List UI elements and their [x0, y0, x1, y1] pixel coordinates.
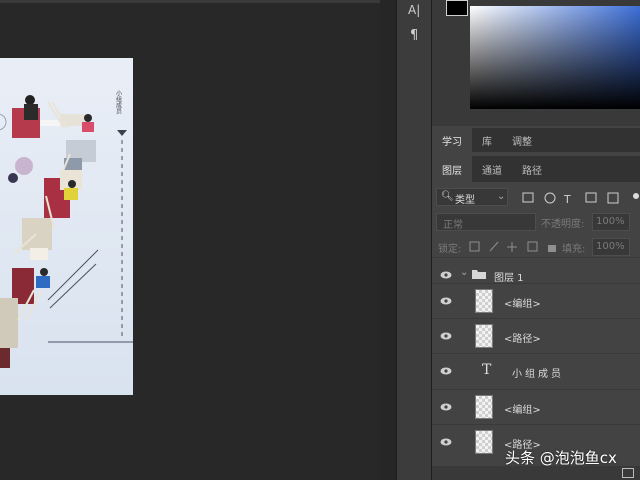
- layer-row[interactable]: <编组>: [432, 283, 640, 318]
- lock-all-icon: [548, 245, 556, 252]
- lock-icons: [469, 241, 556, 252]
- panel-gutter: [380, 0, 396, 480]
- document-canvas[interactable]: 小组成员: [0, 58, 133, 395]
- layer-name: <路径>: [504, 334, 541, 345]
- folder-icon: [472, 270, 486, 279]
- filter-shape-icon: [585, 192, 597, 203]
- tabbar-learn: 学习 库 调整: [432, 128, 640, 152]
- chevron-down-icon[interactable]: ⌄: [460, 267, 468, 278]
- lock-artboard-icon: [527, 241, 538, 252]
- layer-filter-label: 类型: [455, 195, 475, 206]
- chevron-down-icon: ⌄: [497, 191, 506, 202]
- tabbar-layers: 图层 通道 路径: [432, 156, 640, 182]
- fill-label: 填充:: [562, 244, 586, 255]
- opacity-value: 100%: [596, 216, 625, 227]
- desk-group: [0, 108, 96, 368]
- opacity-label: 不透明度:: [541, 219, 585, 230]
- layer-filter-select[interactable]: 🔍︎ 类型 ⌄: [436, 188, 508, 206]
- opacity-input[interactable]: 100%: [592, 213, 630, 231]
- paragraph-panel-icon[interactable]: ¶: [410, 28, 418, 43]
- eye-icon[interactable]: [440, 296, 452, 306]
- fill-input[interactable]: 100%: [592, 238, 630, 256]
- deco-circle-dark: [8, 173, 18, 183]
- layer-row[interactable]: <编组>: [432, 389, 640, 424]
- filter-pixel-icon: [522, 192, 534, 203]
- tab-channels[interactable]: 通道: [472, 156, 512, 182]
- filter-adjustment-icon: [544, 192, 556, 204]
- triangle-marker: [117, 130, 127, 136]
- layer-thumbnail: [475, 324, 493, 348]
- watermark: 头条 @泡泡鱼cx: [505, 449, 617, 467]
- filter-icons: T: [522, 192, 639, 206]
- eye-icon[interactable]: [440, 366, 452, 376]
- new-layer-icon[interactable]: [622, 468, 634, 478]
- filter-toggle-icon: [633, 193, 639, 199]
- eye-icon[interactable]: [440, 437, 452, 447]
- eye-icon[interactable]: [440, 331, 452, 341]
- lock-position-icon: [507, 242, 517, 252]
- layer-name: <编组>: [504, 299, 541, 310]
- layer-name: 图层 1: [494, 273, 524, 284]
- search-icon: 🔍︎: [441, 191, 454, 202]
- layers-bottom-bar: [432, 466, 640, 480]
- layer-thumbnail: [475, 395, 493, 419]
- workspace-top-border: [0, 0, 380, 3]
- tab-learn[interactable]: 学习: [432, 128, 472, 152]
- foreground-color-swatch[interactable]: [446, 0, 468, 16]
- eye-icon[interactable]: [440, 402, 452, 412]
- lock-label: 锁定:: [438, 244, 462, 255]
- text-layer-icon: T: [482, 362, 492, 378]
- layer-row-text[interactable]: T 小组成员: [432, 353, 640, 388]
- tab-adjustments[interactable]: 调整: [502, 128, 542, 152]
- poster-illustration: 小组成员: [0, 89, 133, 368]
- color-picker-field[interactable]: [470, 6, 640, 109]
- lock-image-icon: [489, 241, 499, 252]
- layer-row[interactable]: <路径>: [432, 318, 640, 353]
- tab-paths[interactable]: 路径: [512, 156, 552, 182]
- fill-value: 100%: [596, 241, 625, 252]
- filter-type-icon: T: [563, 193, 571, 206]
- tab-library[interactable]: 库: [472, 128, 502, 152]
- layer-thumbnail: [475, 289, 493, 313]
- filter-smartobject-icon: [607, 192, 619, 204]
- poster-vertical-title: 小组成员: [115, 89, 122, 115]
- character-panel-icon[interactable]: A|: [408, 3, 420, 17]
- layer-name: 小组成员: [512, 369, 564, 380]
- tab-layers[interactable]: 图层: [432, 156, 472, 182]
- eye-icon[interactable]: [440, 270, 452, 280]
- blend-mode-value: 正常: [443, 220, 463, 231]
- deco-circle-lilac: [15, 157, 33, 175]
- blend-mode-select[interactable]: 正常: [436, 213, 536, 231]
- lock-transparent-icon: [469, 241, 480, 252]
- layer-name: <编组>: [504, 405, 541, 416]
- collapsed-panel-strip: [396, 0, 432, 480]
- deco-circle-outline: [0, 113, 7, 131]
- layer-thumbnail: [475, 430, 493, 454]
